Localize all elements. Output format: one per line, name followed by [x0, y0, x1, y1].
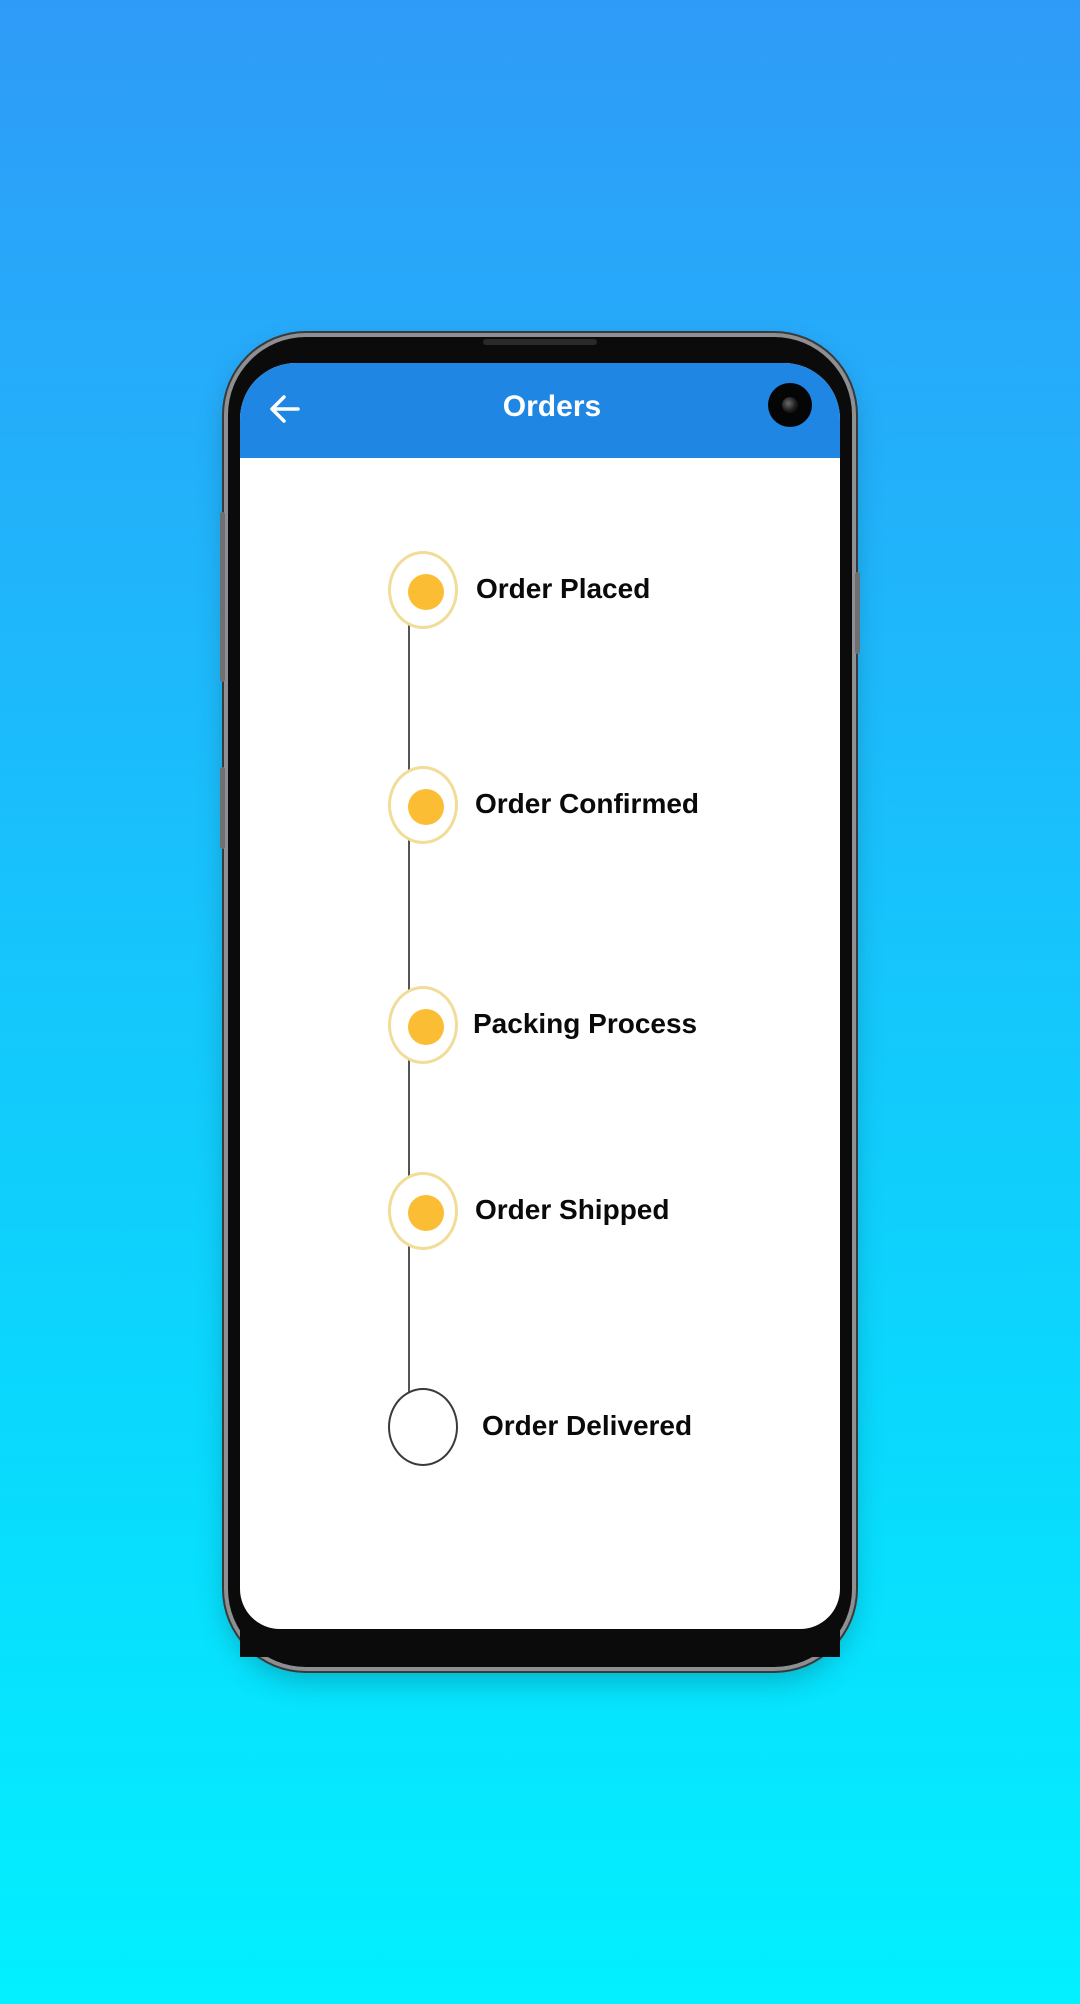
step-completed-indicator	[388, 766, 458, 844]
timeline-step-order-shipped: Order Shipped	[388, 1172, 988, 1254]
timeline-step-order-placed: Order Placed	[388, 551, 988, 633]
timeline-step-order-delivered: Order Delivered	[388, 1388, 988, 1470]
step-label: Order Delivered	[482, 1410, 693, 1441]
earpiece-speaker	[483, 339, 597, 345]
step-label: Order Placed	[476, 573, 651, 604]
step-completed-indicator	[388, 551, 458, 629]
front-camera	[768, 383, 812, 427]
app-bar: Orders	[240, 363, 840, 458]
step-label: Order Confirmed	[475, 788, 700, 819]
volume-up-button	[220, 512, 225, 682]
timeline-step-packing-process: Packing Process	[388, 986, 988, 1068]
phone-bottom-bezel	[240, 1631, 840, 1657]
step-completed-indicator	[388, 986, 458, 1064]
step-label: Order Shipped	[475, 1194, 670, 1225]
step-label: Packing Process	[473, 1008, 698, 1039]
step-completed-indicator	[388, 1172, 458, 1250]
step-pending-indicator	[388, 1388, 458, 1466]
page-title: Orders	[502, 390, 602, 423]
volume-down-button	[220, 767, 225, 849]
timeline-step-order-confirmed: Order Confirmed	[388, 766, 988, 848]
